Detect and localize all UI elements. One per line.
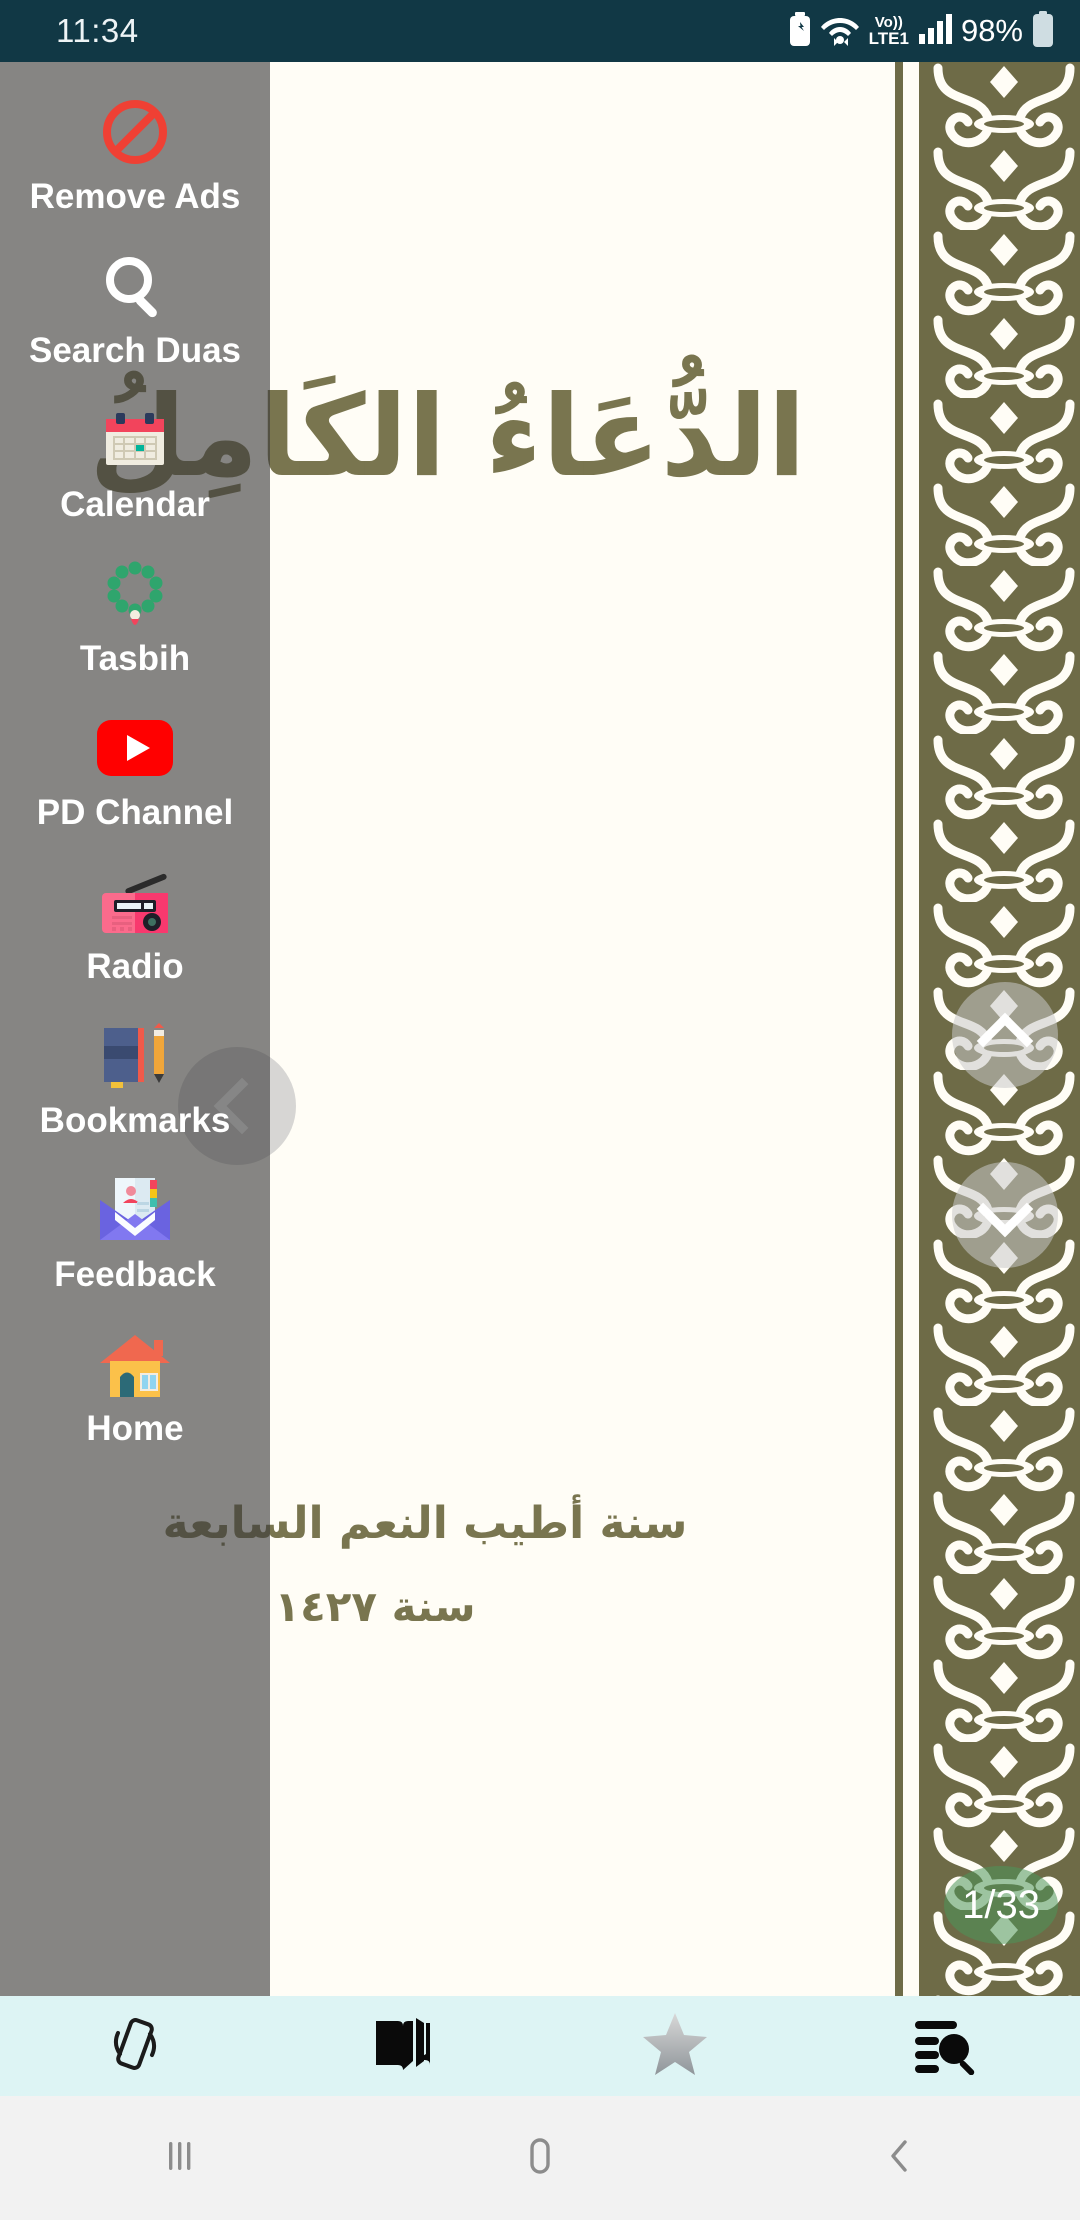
chevron-down-icon bbox=[976, 1180, 1034, 1238]
youtube-icon bbox=[96, 713, 174, 783]
bottom-bar-item-read[interactable] bbox=[270, 1996, 540, 2096]
sidebar-item-label: Tasbih bbox=[79, 639, 191, 678]
arabesque-motif bbox=[928, 230, 1080, 398]
page-counter-badge: 1/33 bbox=[944, 1866, 1058, 1944]
border-rail-outer bbox=[895, 62, 901, 1996]
list-search-icon bbox=[912, 2013, 978, 2080]
radio-icon bbox=[96, 867, 174, 937]
arabesque-motif bbox=[928, 62, 1080, 230]
arabesque-motif bbox=[928, 734, 1080, 902]
battery-percent-label: 98% bbox=[960, 13, 1023, 48]
signal-bars-icon bbox=[918, 13, 952, 49]
arabesque-motif bbox=[928, 1406, 1080, 1574]
sidebar-item-bookmarks[interactable]: Bookmarks bbox=[0, 1004, 270, 1158]
sidebar-item-radio[interactable]: Radio bbox=[0, 850, 270, 1004]
scroll-down-button[interactable] bbox=[952, 1162, 1058, 1268]
navigation-drawer[interactable]: Remove Ads Search Duas Calendar Tasbih P… bbox=[0, 62, 270, 2096]
sidebar-item-label: Remove Ads bbox=[29, 177, 241, 216]
notebook-pencil-icon bbox=[96, 1021, 174, 1091]
bottom-bar-item-rotate[interactable] bbox=[0, 1996, 270, 2096]
battery-icon bbox=[1032, 10, 1054, 52]
sidebar-item-label: Search Duas bbox=[28, 331, 242, 370]
bottom-bar-item-favorites[interactable] bbox=[540, 1996, 810, 2096]
sidebar-item-label: Radio bbox=[86, 947, 184, 986]
chevron-up-icon bbox=[976, 1012, 1034, 1070]
no-ads-icon bbox=[98, 97, 172, 167]
sidebar-item-label: Calendar bbox=[60, 485, 210, 524]
sidebar-item-remove-ads[interactable]: Remove Ads bbox=[0, 80, 270, 234]
house-icon bbox=[96, 1329, 174, 1399]
search-icon bbox=[98, 251, 172, 321]
sidebar-item-label: Home bbox=[86, 1409, 184, 1448]
screen-rotation-icon bbox=[104, 2013, 166, 2080]
arabesque-motif bbox=[928, 566, 1080, 734]
status-bar: 11:34 Vo)) LTE1 98% bbox=[0, 0, 1080, 62]
recents-icon bbox=[155, 2131, 205, 2186]
sidebar-item-home[interactable]: Home bbox=[0, 1312, 270, 1466]
home-icon bbox=[515, 2131, 565, 2186]
calendar-icon bbox=[98, 405, 172, 475]
android-navigation-bar bbox=[0, 2096, 1080, 2220]
wifi-icon bbox=[820, 12, 860, 51]
sidebar-item-search-duas[interactable]: Search Duas bbox=[0, 234, 270, 388]
arabesque-motif bbox=[928, 1574, 1080, 1742]
screen-root: الدُّعَاءُ الكَامِلُ سنة أطيب النعم السا… bbox=[0, 0, 1080, 2220]
sidebar-item-calendar[interactable]: Calendar bbox=[0, 388, 270, 542]
sidebar-item-pd-channel[interactable]: PD Channel bbox=[0, 696, 270, 850]
sidebar-item-label: PD Channel bbox=[36, 793, 234, 832]
bottom-app-bar bbox=[0, 1996, 1080, 2096]
status-time: 11:34 bbox=[56, 12, 139, 49]
android-back-button[interactable] bbox=[720, 2131, 1080, 2186]
sidebar-item-tasbih[interactable]: Tasbih bbox=[0, 542, 270, 696]
volte-icon: Vo)) LTE1 bbox=[868, 14, 909, 48]
arabesque-motif bbox=[928, 398, 1080, 566]
battery-saver-icon bbox=[789, 11, 811, 51]
open-book-icon bbox=[372, 2013, 438, 2080]
sidebar-item-label: Feedback bbox=[54, 1255, 216, 1294]
sidebar-item-feedback[interactable]: Feedback bbox=[0, 1158, 270, 1312]
sidebar-item-label: Bookmarks bbox=[39, 1101, 231, 1140]
status-icons: Vo)) LTE1 98% bbox=[789, 10, 1054, 52]
scroll-up-button[interactable] bbox=[952, 982, 1058, 1088]
envelope-card-icon bbox=[96, 1175, 174, 1245]
bottom-bar-item-index-search[interactable] bbox=[810, 1996, 1080, 2096]
android-home-button[interactable] bbox=[360, 2131, 720, 2186]
android-recents-button[interactable] bbox=[0, 2131, 360, 2186]
border-rail-inner bbox=[903, 62, 919, 1996]
star-icon bbox=[641, 2011, 709, 2082]
prayer-beads-icon bbox=[98, 559, 172, 629]
back-icon bbox=[875, 2131, 925, 2186]
